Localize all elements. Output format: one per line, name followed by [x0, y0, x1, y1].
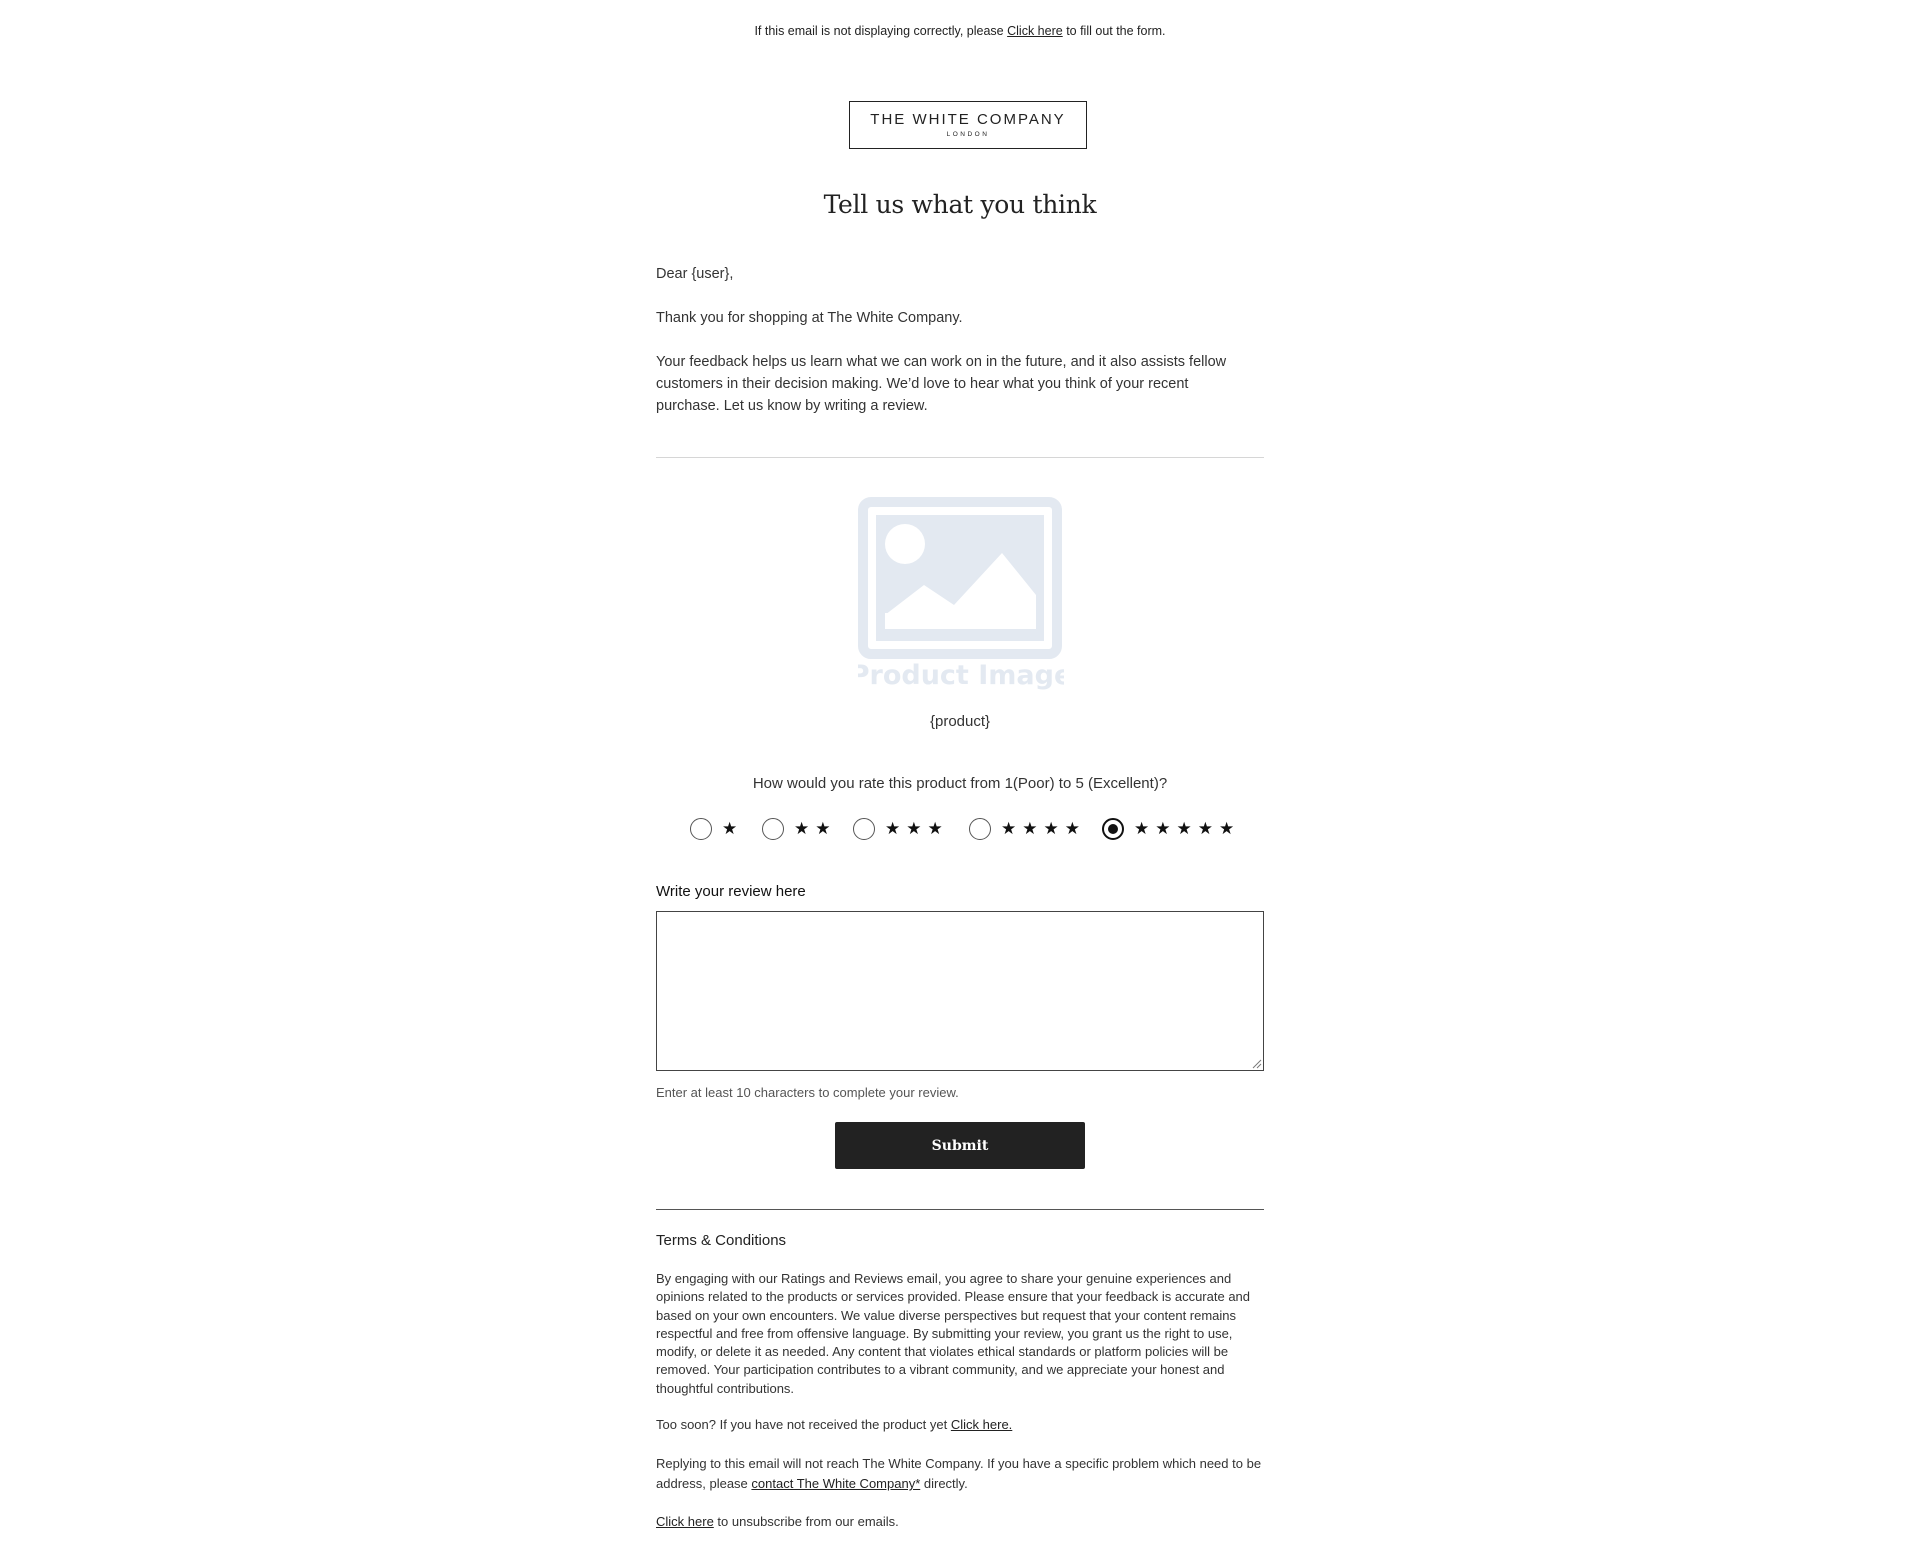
rating-stars-1: ★ — [722, 819, 744, 839]
display-notice-link[interactable]: Click here — [1007, 24, 1063, 38]
contact-link[interactable]: contact The White Company* — [751, 1476, 920, 1491]
product-image-placeholder: Product Image — [858, 497, 1064, 691]
brand-name: THE WHITE COMPANY — [870, 111, 1066, 128]
intro-text: Your feedback helps us learn what we can… — [656, 354, 1227, 414]
rating-radio-4[interactable] — [969, 818, 991, 840]
review-hint: Enter at least 10 characters to complete… — [656, 1085, 959, 1100]
unsubscribe-text: to unsubscribe from our emails. — [717, 1514, 899, 1529]
rating-radio-1[interactable] — [690, 818, 712, 840]
footer-divider — [656, 1209, 1264, 1210]
thanks-text: Thank you for shopping at The White Comp… — [656, 310, 963, 326]
brand-logo: THE WHITE COMPANY LONDON — [849, 101, 1087, 149]
too-soon-text: Too soon? If you have not received the p… — [656, 1417, 948, 1432]
rating-stars-3: ★★★ — [885, 819, 949, 839]
product-name: {product} — [929, 713, 991, 730]
brand-sub: LONDON — [946, 131, 990, 138]
unsubscribe-line: Click here to unsubscribe from our email… — [656, 1513, 1264, 1531]
rating-radio-5[interactable] — [1102, 818, 1124, 840]
rating-option-4[interactable]: ★★★★ — [969, 816, 1086, 842]
rating-option-1[interactable]: ★ — [690, 816, 743, 842]
rating-option-2[interactable]: ★★ — [762, 816, 836, 842]
rating-question: How would you rate this product from 1(P… — [752, 775, 1168, 792]
display-notice-text-after: to fill out the form. — [1066, 24, 1166, 38]
display-notice: If this email is not displaying correctl… — [0, 24, 1920, 38]
page-title: Tell us what you think — [823, 190, 1097, 219]
reply-line: Replying to this email will not reach Th… — [656, 1454, 1264, 1494]
unsubscribe-link[interactable]: Click here — [656, 1514, 714, 1529]
review-label: Write your review here — [656, 883, 806, 900]
rating-stars-4: ★★★★ — [1001, 819, 1086, 839]
rating-stars-2: ★★ — [794, 819, 837, 839]
reply-after-text: directly. — [923, 1476, 968, 1491]
review-textarea[interactable] — [656, 911, 1264, 1071]
rating-option-3[interactable]: ★★★ — [853, 816, 949, 842]
divider — [656, 457, 1264, 458]
too-soon-line: Too soon? If you have not received the p… — [656, 1416, 1264, 1434]
rating-radio-3[interactable] — [853, 818, 875, 840]
too-soon-link[interactable]: Click here. — [951, 1417, 1012, 1432]
greeting: Dear {user}, — [656, 266, 734, 282]
terms-body: By engaging with our Ratings and Reviews… — [656, 1271, 1251, 1396]
submit-button[interactable]: Submit — [835, 1122, 1085, 1169]
display-notice-text: If this email is not displaying correctl… — [754, 24, 1004, 38]
terms-title: Terms & Conditions — [656, 1232, 787, 1249]
rating-option-5[interactable]: ★★★★★ — [1102, 816, 1240, 842]
email-page: If this email is not displaying correctl… — [0, 0, 1920, 1542]
product-image-label: Product Image — [858, 660, 1064, 691]
rating-stars-5: ★★★★★ — [1134, 819, 1241, 839]
resize-grip-icon[interactable] — [1252, 1059, 1262, 1069]
rating-radio-2[interactable] — [762, 818, 784, 840]
